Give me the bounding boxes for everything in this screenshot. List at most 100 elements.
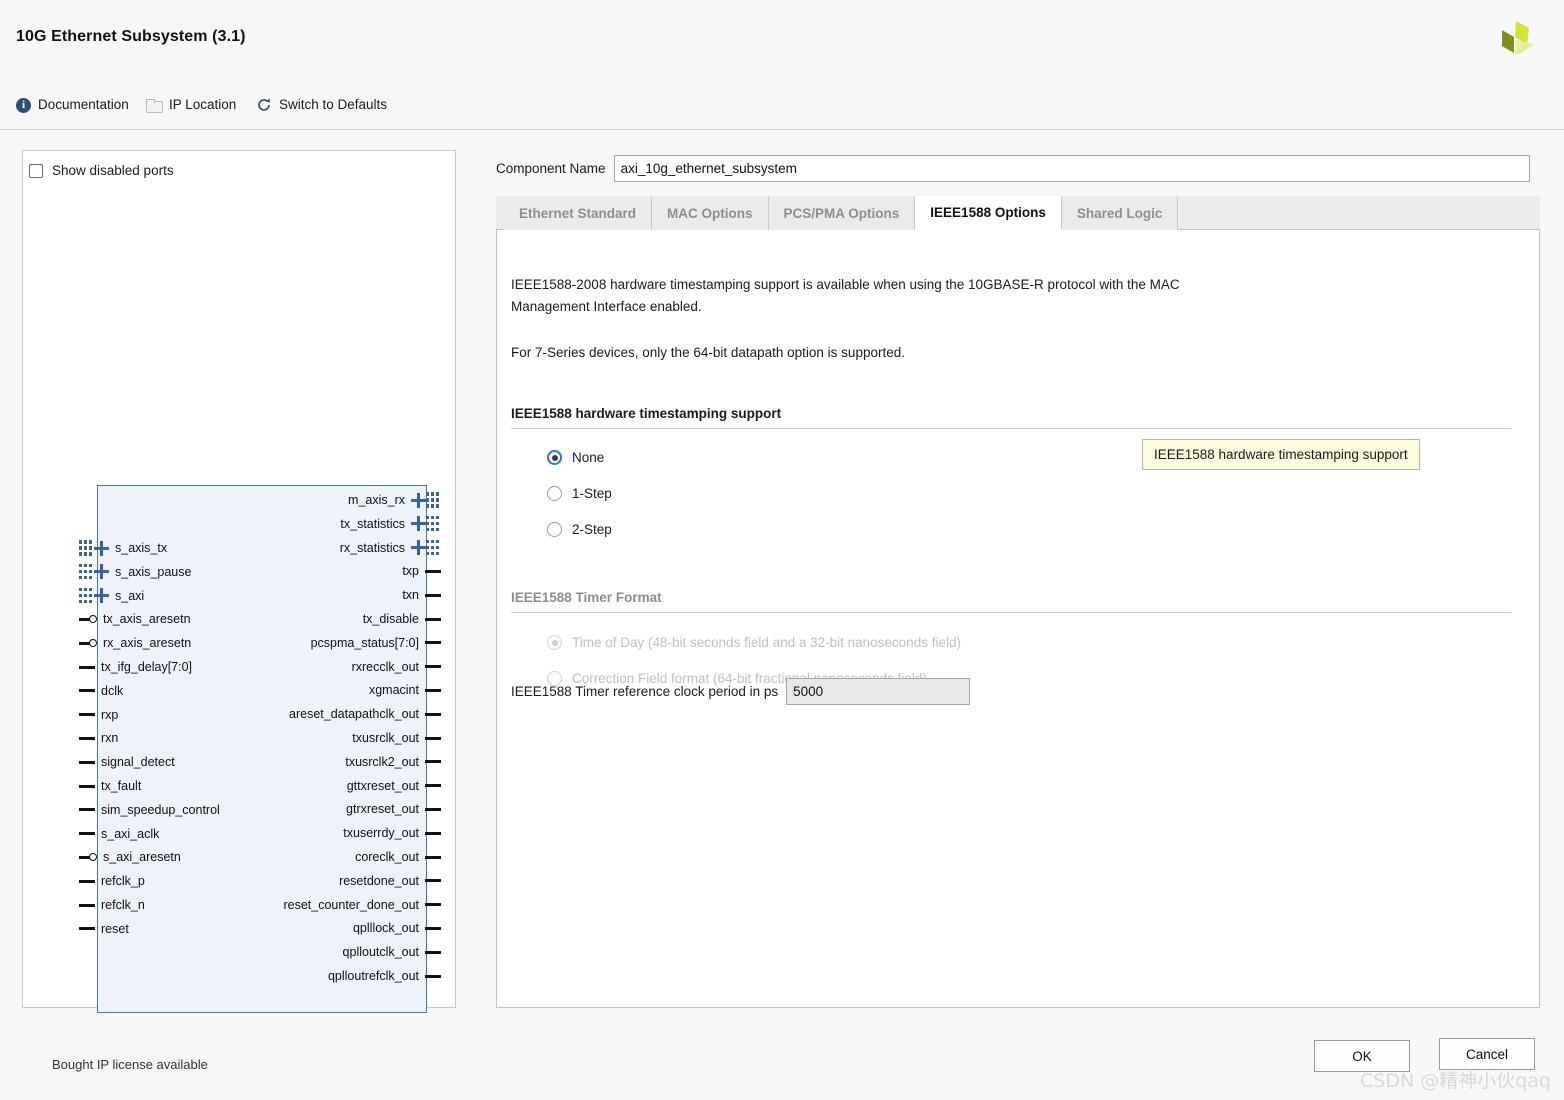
tab-pcs-pma-options[interactable]: PCS/PMA Options [769, 196, 916, 230]
clock-period-input[interactable]: 5000 [786, 678, 970, 705]
port-pin [425, 689, 441, 692]
expand-bus-icon[interactable] [411, 540, 426, 555]
ieee1588-options-page: IEEE1588-2008 hardware timestamping supp… [496, 230, 1540, 1008]
port-row: sim_speedup_control [79, 798, 220, 822]
port-row: tx_disable [363, 607, 441, 631]
info-paragraph-1: IEEE1588-2008 hardware timestamping supp… [511, 274, 1211, 318]
port-label: refclk_p [101, 874, 145, 888]
port-pin [425, 879, 441, 882]
port-pin [79, 737, 95, 740]
switch-to-defaults-button[interactable]: Switch to Defaults [256, 94, 387, 116]
port-pin [79, 832, 95, 835]
port-pin [425, 808, 441, 811]
port-pin [425, 927, 441, 930]
xilinx-pinwheel-logo [1494, 18, 1538, 60]
port-row: tx_ifg_delay[7:0] [79, 655, 192, 679]
port-pin [79, 808, 95, 811]
port-label: tx_statistics [340, 517, 405, 531]
radio-none-label: None [572, 450, 604, 465]
port-label: reset_counter_done_out [283, 898, 419, 912]
port-label: txp [402, 564, 419, 578]
timestamping-group-rule [511, 428, 1511, 429]
timer-format-group-rule [511, 612, 1511, 613]
port-pin [79, 785, 95, 788]
port-pin [79, 927, 95, 930]
port-pin [425, 618, 441, 621]
port-row: signal_detect [79, 750, 175, 774]
port-label: xgmacint [369, 683, 419, 697]
ip-location-button[interactable]: IP Location [146, 94, 236, 116]
tab-ieee1588-options[interactable]: IEEE1588 Options [915, 196, 1062, 230]
port-label: rxn [101, 731, 118, 745]
port-pin-inverted [79, 638, 97, 648]
port-label: pcspma_status[7:0] [311, 636, 419, 650]
clock-period-label: IEEE1588 Timer reference clock period in… [511, 684, 778, 699]
tab-label: Shared Logic [1077, 206, 1163, 221]
port-row: dclk [79, 679, 123, 703]
port-label: reset [101, 922, 129, 936]
port-row: txusrclk_out [352, 726, 441, 750]
port-label: txusrclk2_out [345, 755, 419, 769]
port-row: txuserrdy_out [343, 821, 441, 845]
port-row: s_axis_tx [79, 536, 167, 560]
port-row: s_axi_aresetn [79, 845, 181, 869]
expand-bus-icon[interactable] [411, 516, 426, 531]
expand-bus-icon[interactable] [411, 493, 426, 508]
port-row: m_axis_rx [348, 488, 441, 512]
port-label: tx_disable [363, 612, 419, 626]
port-row: areset_datapathclk_out [289, 702, 441, 726]
port-label: tx_axis_aresetn [103, 612, 191, 626]
port-row: rxrecclk_out [352, 655, 441, 679]
port-label: s_axi_aresetn [103, 850, 181, 864]
port-label: s_axis_pause [115, 565, 191, 579]
port-label: signal_detect [101, 755, 175, 769]
tab-ethernet-standard[interactable]: Ethernet Standard [504, 196, 652, 230]
port-row: s_axi [79, 584, 144, 608]
port-pin-inverted [79, 852, 97, 862]
port-row: s_axis_pause [79, 560, 191, 584]
tab-mac-options[interactable]: MAC Options [652, 196, 769, 230]
port-pin-inverted [79, 614, 97, 624]
port-label: gtrxreset_out [346, 802, 419, 816]
show-disabled-ports-checkbox[interactable]: Show disabled ports [29, 163, 174, 178]
port-row: rxn [79, 726, 118, 750]
options-tab-container: Ethernet StandardMAC OptionsPCS/PMA Opti… [496, 196, 1540, 1008]
port-label: qplloutclk_out [343, 945, 419, 959]
port-label: gttxreset_out [347, 779, 419, 793]
bus-interface-stub [426, 490, 441, 510]
port-label: txn [402, 588, 419, 602]
port-row: reset [79, 917, 129, 941]
radio-2-step-label: 2-Step [572, 522, 612, 537]
checkbox-box [29, 164, 43, 178]
component-name-input[interactable]: axi_10g_ethernet_subsystem [614, 155, 1530, 182]
page-title: 10G Ethernet Subsystem (3.1) [16, 28, 246, 46]
documentation-label: Documentation [38, 98, 129, 112]
port-row: resetdone_out [339, 869, 441, 893]
port-row: tx_fault [79, 774, 141, 798]
radio-indicator [547, 635, 562, 650]
port-pin [79, 713, 95, 716]
port-pin [79, 689, 95, 692]
port-label: qplllock_out [353, 921, 419, 935]
radio-none[interactable]: None [547, 450, 604, 465]
port-row: rxp [79, 703, 118, 727]
show-disabled-ports-label: Show disabled ports [52, 163, 174, 178]
radio-1-step[interactable]: 1-Step [547, 486, 612, 501]
port-pin [425, 570, 441, 573]
expand-bus-icon[interactable] [94, 541, 109, 556]
bus-interface-stub [79, 538, 94, 558]
expand-bus-icon[interactable] [94, 564, 109, 579]
port-row: txusrclk2_out [345, 750, 441, 774]
port-row: refclk_n [79, 893, 145, 917]
port-row: qplllock_out [353, 916, 441, 940]
expand-bus-icon[interactable] [94, 588, 109, 603]
timer-format-group-title: IEEE1588 Timer Format [511, 590, 662, 605]
documentation-button[interactable]: i Documentation [16, 94, 129, 116]
port-label: qplloutrefclk_out [328, 969, 419, 983]
port-label: dclk [101, 684, 123, 698]
radio-2-step[interactable]: 2-Step [547, 522, 612, 537]
port-row: gttxreset_out [347, 774, 441, 798]
port-label: refclk_n [101, 898, 145, 912]
tab-shared-logic[interactable]: Shared Logic [1062, 196, 1179, 230]
port-pin [79, 761, 95, 764]
